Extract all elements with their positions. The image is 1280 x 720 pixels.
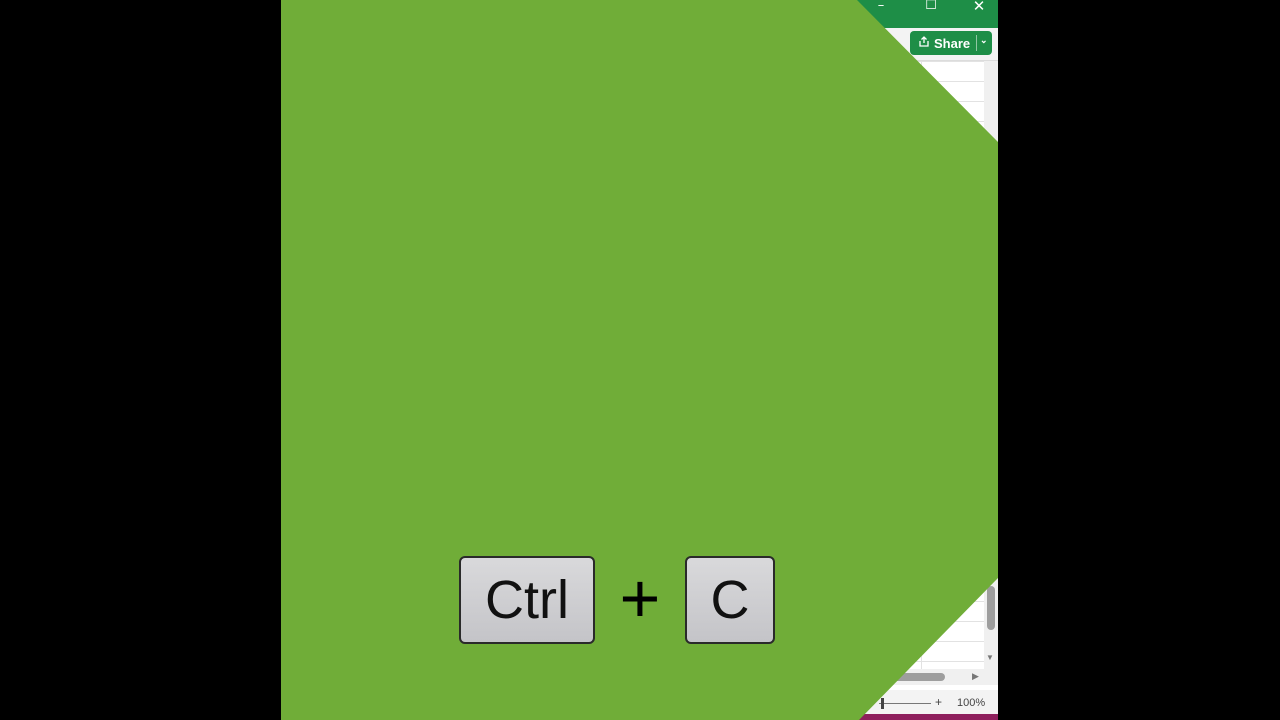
share-divider <box>976 35 977 51</box>
scroll-down-icon[interactable]: ▼ <box>986 653 994 662</box>
screen-area: – ☐ ✕ Share ⌄ ▼ ▶ + 100% Ctrl + C <box>281 0 998 720</box>
video-frame: – ☐ ✕ Share ⌄ ▼ ▶ + 100% Ctrl + C <box>0 0 1280 720</box>
ctrl-key: Ctrl <box>459 556 595 644</box>
zoom-slider[interactable] <box>879 703 931 704</box>
chevron-down-icon[interactable]: ⌄ <box>980 35 988 46</box>
share-button[interactable]: Share ⌄ <box>910 31 992 55</box>
zoom-slider-handle[interactable] <box>881 698 884 709</box>
green-transition-overlay: Ctrl + C <box>281 0 998 720</box>
c-key: C <box>685 556 775 644</box>
zoom-level[interactable]: 100% <box>957 697 985 709</box>
share-label: Share <box>934 36 971 51</box>
plus-sign: + <box>619 559 661 637</box>
share-icon <box>919 36 929 47</box>
taskbar-accent <box>851 714 998 720</box>
close-icon[interactable]: ✕ <box>956 0 998 14</box>
zoom-in-icon[interactable]: + <box>935 695 942 709</box>
scroll-right-icon[interactable]: ▶ <box>972 671 979 682</box>
maximize-icon[interactable]: ☐ <box>908 0 954 14</box>
vertical-scroll-thumb[interactable] <box>987 586 995 630</box>
